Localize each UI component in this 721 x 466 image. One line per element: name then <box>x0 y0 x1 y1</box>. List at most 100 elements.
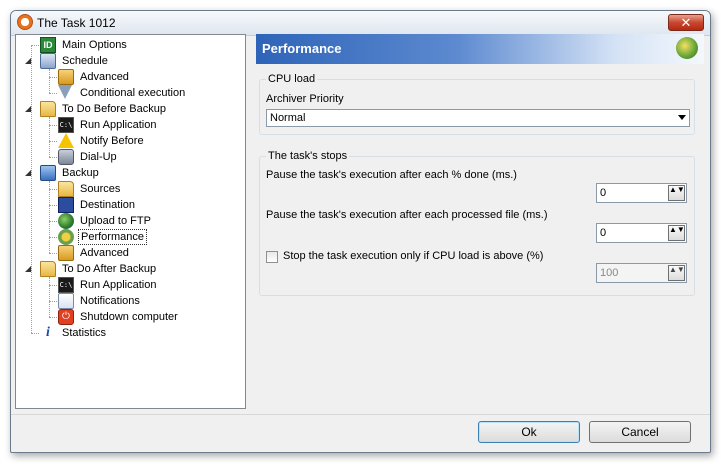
globe-icon <box>58 213 74 229</box>
tree-item-shutdown-computer[interactable]: ⏻ Shutdown computer <box>58 309 180 325</box>
task-window: The Task 1012 ✕ ◢ ◢ ◢ ◢ ID Main Options <box>10 10 711 453</box>
close-button[interactable]: ✕ <box>668 14 704 31</box>
tree-item-schedule[interactable]: Schedule <box>40 53 110 69</box>
tree-item-notifications[interactable]: Notifications <box>58 293 142 309</box>
archiver-priority-select[interactable]: Normal <box>266 109 690 127</box>
tree-item-dial-up[interactable]: Dial-Up <box>58 149 119 165</box>
tree-item-label: Notifications <box>80 295 140 307</box>
folder-icon <box>58 181 74 197</box>
tree-line <box>49 69 50 93</box>
tree-item-label: Main Options <box>62 39 127 51</box>
pause-file-input[interactable]: 0 ▲▼ <box>596 223 687 243</box>
expander-after-backup[interactable]: ◢ <box>25 265 32 273</box>
tree-item-label: To Do After Backup <box>62 263 157 275</box>
tree-item-schedule-advanced[interactable]: Advanced <box>58 69 131 85</box>
tree-item-label: Run Application <box>80 119 157 131</box>
cpu-load-legend: CPU load <box>266 73 318 85</box>
tree-item-statistics[interactable]: i Statistics <box>40 325 108 341</box>
bottom-divider <box>11 414 710 415</box>
tree-line <box>49 301 57 302</box>
spin-arrows-icon[interactable]: ▲▼ <box>668 185 685 201</box>
spin-arrows-icon[interactable]: ▲▼ <box>668 225 685 241</box>
mail-icon <box>58 293 74 309</box>
pause-file-label: Pause the task's execution after each pr… <box>266 209 548 221</box>
cpu-stop-value: 100 <box>600 267 619 279</box>
tree-item-upload-ftp[interactable]: Upload to FTP <box>58 213 153 229</box>
tree-line <box>49 277 50 317</box>
options-tree[interactable]: ◢ ◢ ◢ ◢ ID Main Options Schedule Advanced… <box>15 34 246 409</box>
warning-icon <box>58 133 74 148</box>
spin-arrows-icon[interactable]: ▲▼ <box>668 265 685 281</box>
dialup-icon <box>58 149 74 165</box>
id-icon: ID <box>40 37 56 53</box>
app-icon <box>17 14 33 30</box>
ok-button[interactable]: Ok <box>478 421 580 443</box>
power-icon: ⏻ <box>58 309 74 325</box>
tree-line <box>31 333 39 334</box>
filter-icon <box>58 85 72 99</box>
tree-line <box>49 221 57 222</box>
expander-schedule[interactable]: ◢ <box>25 57 32 65</box>
tree-line <box>31 45 39 46</box>
tree-line <box>49 205 57 206</box>
cpu-stop-label: Stop the task execution only if CPU load… <box>283 250 544 262</box>
task-stops-legend: The task's stops <box>266 150 350 162</box>
tree-line <box>49 125 57 126</box>
tree-item-performance[interactable]: Performance <box>58 229 147 245</box>
archiver-priority-label: Archiver Priority <box>266 93 344 105</box>
advanced-icon <box>58 245 74 261</box>
tree-line <box>49 93 57 94</box>
archiver-priority-value: Normal <box>270 112 306 124</box>
tree-item-backup[interactable]: Backup <box>40 165 101 181</box>
tree-item-sources[interactable]: Sources <box>58 181 122 197</box>
tree-item-label: Upload to FTP <box>80 215 151 227</box>
tree-line <box>49 285 57 286</box>
tree-item-conditional-execution[interactable]: Conditional execution <box>58 85 187 101</box>
tree-line <box>49 189 57 190</box>
tree-item-todo-before-backup[interactable]: To Do Before Backup <box>40 101 168 117</box>
folder-icon <box>40 261 56 277</box>
tree-line <box>49 253 57 254</box>
pause-percent-input[interactable]: 0 ▲▼ <box>596 183 687 203</box>
folder-icon <box>40 101 56 117</box>
cpu-stop-checkbox[interactable] <box>266 251 278 263</box>
command-icon: C:\ <box>58 117 74 133</box>
tree-item-backup-advanced[interactable]: Advanced <box>58 245 131 261</box>
advanced-icon <box>58 69 74 85</box>
performance-icon <box>676 37 698 59</box>
pause-percent-label: Pause the task's execution after each % … <box>266 169 517 181</box>
expander-before-backup[interactable]: ◢ <box>25 105 32 113</box>
tree-item-todo-after-backup[interactable]: To Do After Backup <box>40 261 158 277</box>
tree-item-run-application-before[interactable]: C:\ Run Application <box>58 117 158 133</box>
info-icon: i <box>46 325 50 340</box>
tree-line <box>49 317 57 318</box>
tree-item-main-options[interactable]: ID Main Options <box>40 37 129 53</box>
tree-line <box>49 181 50 253</box>
window-title: The Task 1012 <box>37 16 116 30</box>
floppy-icon <box>58 197 74 213</box>
tree-item-label: Destination <box>80 199 136 211</box>
tree-item-label: Dial-Up <box>80 151 117 163</box>
performance-icon <box>58 229 74 245</box>
panel-title: Performance <box>262 41 342 56</box>
cancel-button[interactable]: Cancel <box>589 421 691 443</box>
expander-backup[interactable]: ◢ <box>25 169 32 177</box>
tree-line <box>31 45 32 333</box>
tree-item-label: Sources <box>80 183 121 195</box>
tree-item-label: Conditional execution <box>80 87 186 99</box>
cpu-stop-input[interactable]: 100 ▲▼ <box>596 263 687 283</box>
panel-header: Performance <box>256 34 704 64</box>
pause-file-value: 0 <box>600 227 607 239</box>
title-bar[interactable]: The Task 1012 ✕ <box>11 11 710 36</box>
tree-item-notify-before[interactable]: Notify Before <box>58 133 146 149</box>
chevron-down-icon <box>678 115 686 120</box>
tree-item-run-application-after[interactable]: C:\ Run Application <box>58 277 158 293</box>
pause-percent-value: 0 <box>600 187 607 199</box>
tree-item-label: Notify Before <box>80 135 144 147</box>
tree-item-destination[interactable]: Destination <box>58 197 137 213</box>
schedule-icon <box>40 53 56 69</box>
tree-item-label: Backup <box>62 167 99 179</box>
tree-item-label: Shutdown computer <box>80 311 178 323</box>
tree-line <box>49 77 57 78</box>
tree-item-label: Advanced <box>80 247 129 259</box>
